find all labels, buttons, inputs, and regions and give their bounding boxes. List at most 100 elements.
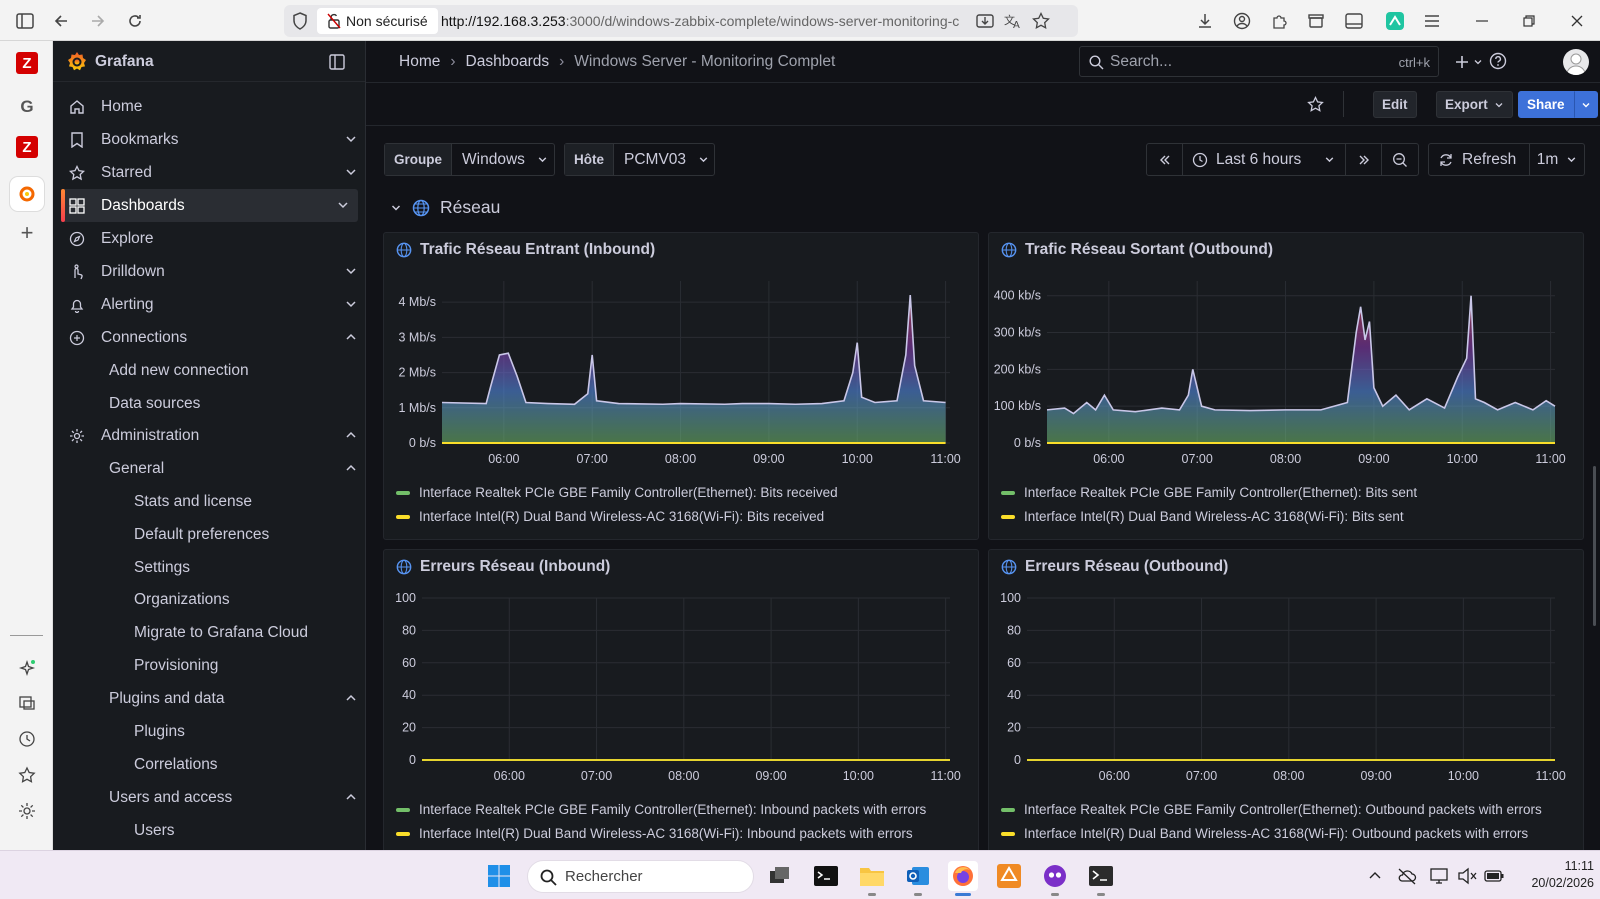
legend-item[interactable]: Interface Intel(R) Dual Band Wireless-AC… — [1001, 509, 1404, 524]
sidebar-item-settings[interactable]: Settings — [61, 551, 358, 584]
restore-icon[interactable] — [1518, 10, 1540, 32]
sidebar-item-administration[interactable]: Administration — [61, 419, 358, 452]
chevron-up-icon[interactable] — [344, 790, 358, 804]
system-clock[interactable]: 11:11 20/02/2026 — [1510, 858, 1594, 892]
tabs-icon[interactable] — [13, 689, 41, 717]
panel-trafic-entrant[interactable]: Trafic Réseau Entrant (Inbound) 0 b/s 1 M… — [383, 232, 979, 540]
firefox-app-icon[interactable] — [948, 861, 978, 896]
sidebar-item-dashboards[interactable]: Dashboards — [61, 189, 358, 222]
refresh-interval-select[interactable]: 1m — [1530, 144, 1584, 175]
panel-trafic-sortant[interactable]: Trafic Réseau Sortant (Outbound) 0 b/s 10… — [988, 232, 1584, 540]
history-icon[interactable] — [13, 725, 41, 753]
breadcrumb-home[interactable]: Home — [399, 53, 440, 71]
panel-erreurs-inbound[interactable]: Erreurs Réseau (Inbound) 0 20 40 60 80 100 06:… — [383, 549, 979, 854]
mark-as-favorite-star-icon[interactable] — [1307, 96, 1324, 113]
sidebar-item-migrate-to-grafana-cloud[interactable]: Migrate to Grafana Cloud — [61, 616, 358, 649]
sidebar-item-provisioning[interactable]: Provisioning — [61, 649, 358, 682]
chevron-up-icon[interactable] — [344, 461, 358, 475]
zoom-out-icon[interactable] — [1382, 144, 1418, 175]
close-window-icon[interactable] — [1566, 10, 1588, 32]
cloud-off-icon[interactable] — [1392, 861, 1422, 891]
chevron-down-icon[interactable] — [344, 165, 358, 179]
avatar[interactable] — [1563, 49, 1589, 75]
sidebar-item-alerting[interactable]: Alerting — [61, 288, 358, 321]
sidebar-item-organizations[interactable]: Organizations — [61, 583, 358, 616]
legend-item[interactable]: Interface Intel(R) Dual Band Wireless-AC… — [1001, 826, 1528, 841]
sidebar-item-stats-and-license[interactable]: Stats and license — [61, 485, 358, 518]
chevron-down-icon[interactable] — [344, 132, 358, 146]
ai-assistant-icon[interactable] — [13, 654, 41, 682]
sidebar-item-plugins[interactable]: Plugins — [61, 715, 358, 748]
sidebar-toggle-icon[interactable] — [14, 10, 36, 32]
share-button[interactable]: Share — [1518, 91, 1574, 118]
terminal-app-icon[interactable] — [811, 861, 841, 891]
chevron-up-icon[interactable] — [1360, 861, 1390, 891]
url-text[interactable]: http://192.168.3.253:3000/d/windows-zabb… — [441, 13, 981, 29]
export-button[interactable]: Export — [1436, 91, 1513, 118]
install-app-icon[interactable] — [974, 10, 996, 32]
grafana-logo-icon[interactable] — [65, 50, 89, 74]
sidebar-item-explore[interactable]: Explore — [61, 222, 358, 255]
new-menu-button[interactable] — [1451, 49, 1487, 75]
legend-item[interactable]: Interface Realtek PCIe GBE Family Contro… — [1001, 802, 1542, 817]
hote-select[interactable]: PCMV03 — [614, 144, 719, 175]
time-range-button[interactable]: Last 6 hours — [1183, 144, 1346, 175]
outlook-app-icon[interactable] — [903, 861, 933, 896]
task-view-icon[interactable] — [765, 861, 795, 891]
help-icon[interactable] — [1489, 52, 1507, 70]
forward-icon[interactable] — [87, 10, 109, 32]
settings-gear-icon[interactable] — [13, 797, 41, 825]
dock-menu-icon[interactable] — [329, 54, 345, 70]
windows-start-icon[interactable] — [484, 861, 514, 891]
sidebar-item-correlations[interactable]: Correlations — [61, 748, 358, 781]
taskbar-search-input[interactable]: Rechercher — [527, 860, 754, 893]
sidebar-item-drilldown[interactable]: Drilldown — [61, 255, 358, 288]
volume-muted-icon[interactable] — [1452, 861, 1482, 891]
downloads-icon[interactable] — [1194, 10, 1216, 32]
containers-icon[interactable] — [1305, 10, 1327, 32]
legend-item[interactable]: Interface Intel(R) Dual Band Wireless-AC… — [396, 509, 824, 524]
translate-icon[interactable]: 文A — [1002, 10, 1024, 32]
sidebar-item-users-and-access[interactable]: Users and access — [61, 781, 358, 814]
legend-item[interactable]: Interface Realtek PCIe GBE Family Contro… — [1001, 485, 1417, 500]
reload-icon[interactable] — [124, 10, 146, 32]
legend-item[interactable]: Interface Realtek PCIe GBE Family Contro… — [396, 802, 926, 817]
add-app-icon[interactable]: + — [13, 219, 41, 247]
sidebar-item-plugins-and-data[interactable]: Plugins and data — [61, 682, 358, 715]
sidebar-item-bookmarks[interactable]: Bookmarks — [61, 123, 358, 156]
chevron-down-icon[interactable] — [336, 198, 350, 212]
sidebar-item-starred[interactable]: Starred — [61, 156, 358, 189]
vpn-extension-icon[interactable] — [1384, 10, 1406, 32]
sidebar-item-home[interactable]: Home — [61, 90, 358, 123]
account-icon[interactable] — [1231, 10, 1253, 32]
sidebar-item-users[interactable]: Users — [61, 814, 358, 847]
zabbix-app-icon-2[interactable]: Z — [16, 136, 38, 158]
panel-erreurs-outbound[interactable]: Erreurs Réseau (Outbound) 0 20 40 60 80 100 06… — [988, 549, 1584, 854]
legend-item[interactable]: Interface Intel(R) Dual Band Wireless-AC… — [396, 826, 913, 841]
grafana-app-icon[interactable] — [10, 177, 44, 211]
google-app-icon[interactable]: G — [13, 93, 41, 121]
time-shift-back-icon[interactable] — [1147, 144, 1183, 175]
search-input[interactable]: Search... ctrl+k — [1079, 46, 1439, 77]
refresh-button[interactable]: Refresh — [1429, 144, 1530, 175]
back-icon[interactable] — [50, 10, 72, 32]
file-explorer-icon[interactable] — [857, 861, 887, 896]
sidebar-item-connections[interactable]: Connections — [61, 321, 358, 354]
sidebar-item-general[interactable]: General — [61, 452, 358, 485]
bookmark-star-icon[interactable] — [1030, 10, 1052, 32]
sidebar-item-add-new-connection[interactable]: Add new connection — [61, 354, 358, 387]
sidebar-item-data-sources[interactable]: Data sources — [61, 387, 358, 420]
time-shift-forward-icon[interactable] — [1346, 144, 1382, 175]
row-header-reseau[interactable]: Réseau — [390, 197, 500, 218]
extensions-icon[interactable] — [1268, 10, 1290, 32]
chevron-down-icon[interactable] — [344, 264, 358, 278]
chevron-up-icon[interactable] — [344, 330, 358, 344]
share-dropdown-button[interactable] — [1574, 91, 1598, 118]
page-scrollbar[interactable] — [1593, 466, 1596, 626]
url-bar[interactable]: Non sécurisé http://192.168.3.253:3000/d… — [284, 5, 1078, 37]
bookmarks-star-icon[interactable] — [13, 761, 41, 789]
legend-item[interactable]: Interface Realtek PCIe GBE Family Contro… — [396, 485, 838, 500]
breadcrumb-dashboards[interactable]: Dashboards — [466, 53, 550, 71]
insecure-connection-badge[interactable]: Non sécurisé — [317, 8, 438, 34]
chevron-up-icon[interactable] — [344, 428, 358, 442]
